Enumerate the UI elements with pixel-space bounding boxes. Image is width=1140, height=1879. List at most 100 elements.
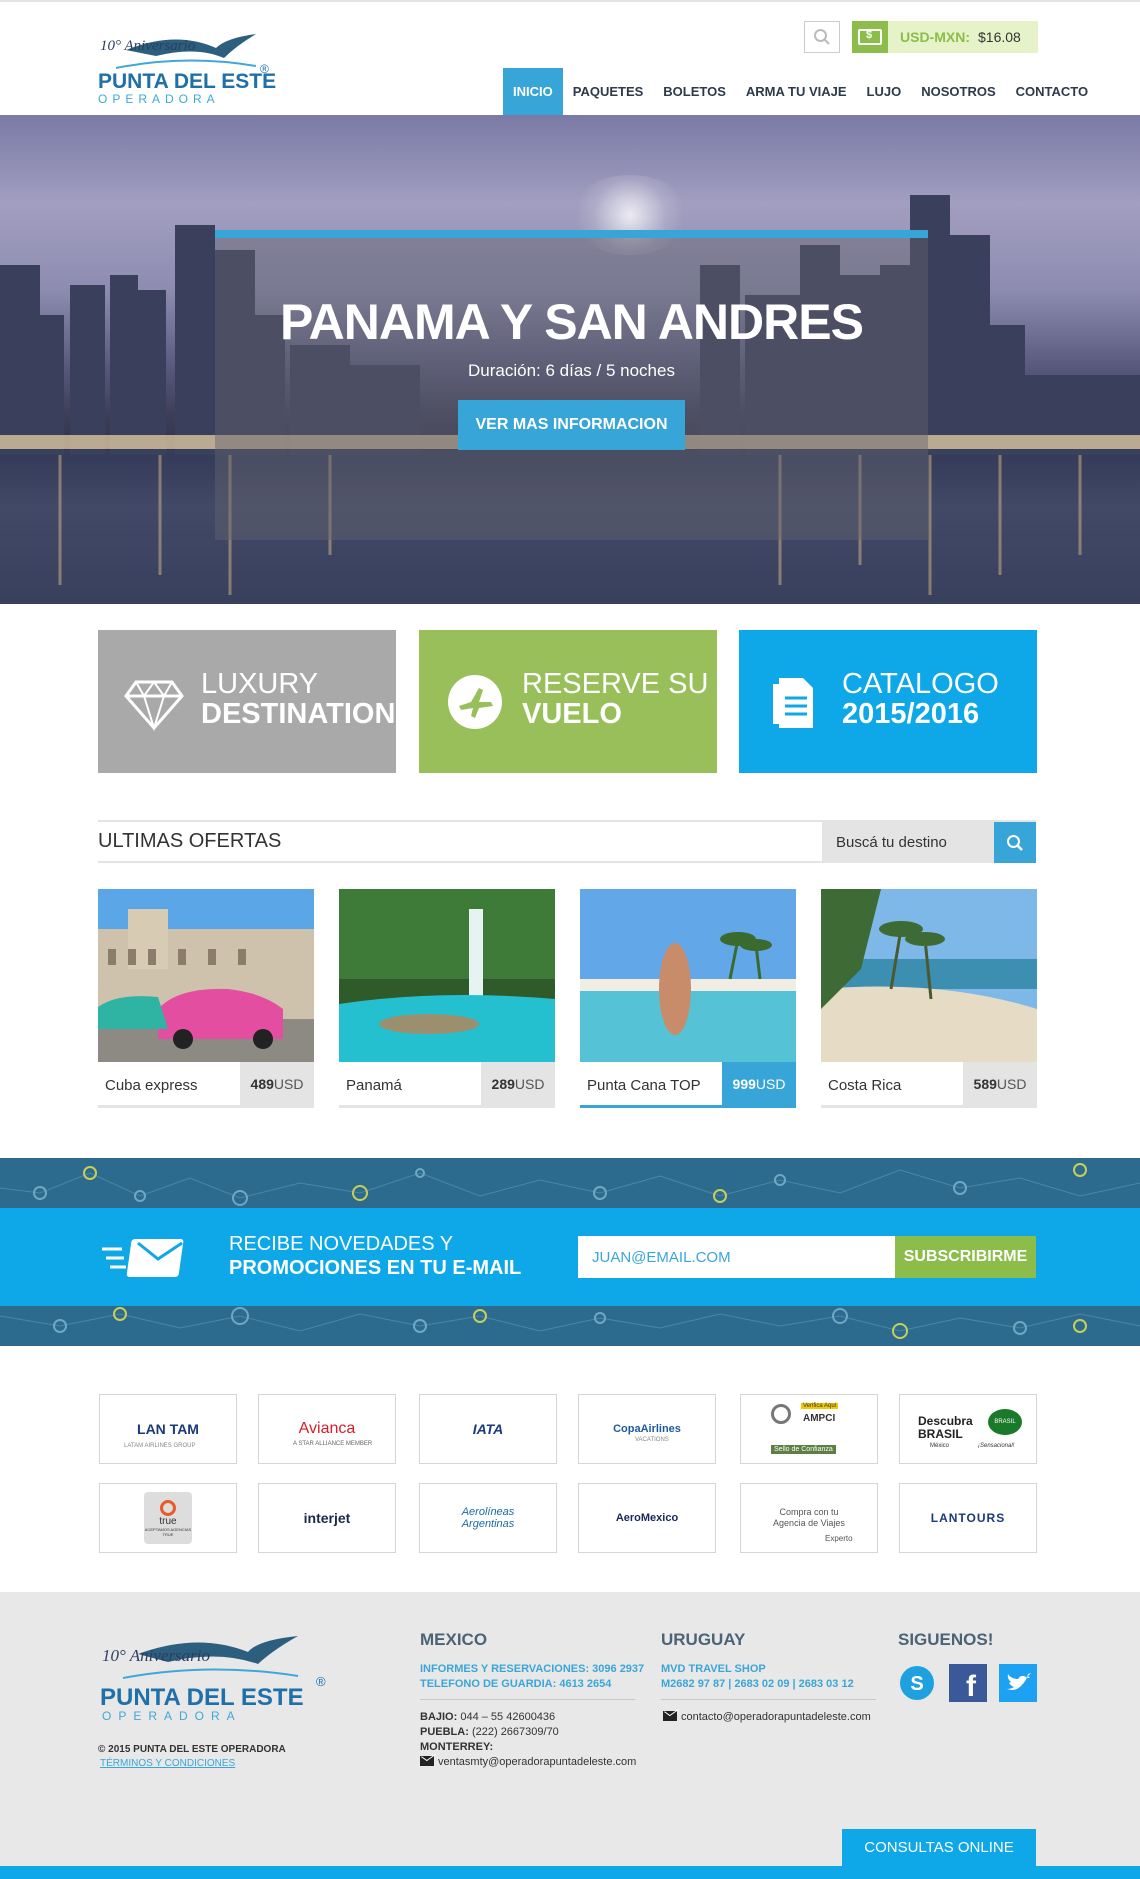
terms-link[interactable]: TÉRMINOS Y CONDICIONES bbox=[100, 1758, 235, 1769]
partner-name: Aerolíneas Argentinas bbox=[461, 1506, 515, 1530]
partner-tagline: A STAR ALLIANCE MEMBER bbox=[293, 1441, 373, 1447]
partner-logo-iata[interactable]: IATA bbox=[419, 1394, 557, 1464]
nav-item-boletos[interactable]: BOLETOS bbox=[653, 68, 736, 115]
nav-item-arma-tu-viaje[interactable]: ARMA TU VIAJE bbox=[736, 68, 857, 115]
site-logo[interactable]: 10° Aniversario PUNTA DEL ESTE ® OPERADO… bbox=[96, 28, 286, 106]
partner-logo-ampci[interactable]: Verifica Aquí AMPCI Sello de Confianza bbox=[740, 1394, 878, 1464]
network-pattern-top bbox=[0, 1158, 1140, 1208]
partner-tagline: Verifica Aquí bbox=[801, 1403, 839, 1409]
footer-social-title: SIGUENOS! bbox=[898, 1630, 994, 1649]
partner-name: LAN TAM bbox=[137, 1421, 199, 1437]
offer-photo-punta-cana bbox=[580, 889, 796, 1062]
offer-price: 489 USD bbox=[240, 1062, 314, 1105]
partner-logo-aerolineas[interactable]: Aerolíneas Argentinas bbox=[419, 1483, 557, 1553]
price-currency: USD bbox=[273, 1075, 304, 1092]
nav-item-paquetes[interactable]: PAQUETES bbox=[563, 68, 654, 115]
mexico-email: ventasmty@operadorapuntadeleste.com bbox=[438, 1756, 637, 1768]
mexico-info1: INFORMES Y RESERVACIONES: 3096 2937 bbox=[420, 1663, 645, 1675]
tile-reserve-line2: VUELO bbox=[522, 698, 622, 730]
partner-name: Compra con tu Agencia de Viajes bbox=[773, 1507, 845, 1528]
document-icon bbox=[773, 678, 813, 728]
tile-reserve-flight[interactable]: RESERVE SU VUELO bbox=[419, 630, 717, 773]
tile-luxury-line1: LUXURY bbox=[201, 668, 319, 700]
logo-name: PUNTA DEL ESTE bbox=[100, 1684, 304, 1711]
newsletter-email-input[interactable]: JUAN@EMAIL.COM bbox=[578, 1236, 895, 1278]
envelope-icon bbox=[663, 1711, 677, 1721]
offer-name: Cuba express bbox=[105, 1077, 198, 1094]
facebook-icon[interactable]: f bbox=[949, 1664, 987, 1702]
logo-anniversary: 10° Aniversario bbox=[100, 38, 196, 54]
partner-tagline: LATAM AIRLINES GROUP bbox=[124, 1443, 196, 1449]
partner-name: true bbox=[159, 1515, 177, 1527]
price-amount: 999 bbox=[732, 1075, 756, 1092]
consultas-online-button[interactable]: CONSULTAS ONLINE bbox=[842, 1829, 1036, 1866]
search-button[interactable] bbox=[804, 21, 840, 53]
partner-name: IATA bbox=[472, 1421, 504, 1437]
offer-card-panama[interactable]: Panamá 289 USD bbox=[339, 889, 555, 1108]
partner-tagline: VACATIONS bbox=[635, 1437, 669, 1443]
more-info-button[interactable]: VER MAS INFORMACION bbox=[458, 400, 685, 450]
hero-subtitle: Duración: 6 días / 5 noches bbox=[468, 361, 675, 380]
partner-logo-lan-tam[interactable]: LAN TAM LATAM AIRLINES GROUP bbox=[99, 1394, 237, 1464]
tile-catalog[interactable]: CATALOGO 2015/2016 bbox=[739, 630, 1037, 773]
partner-logo-interjet[interactable]: interjet bbox=[258, 1483, 396, 1553]
partner-name: CopaAirlines bbox=[613, 1423, 681, 1435]
uruguay-email-link[interactable]: contacto@operadorapuntadeleste.com bbox=[663, 1710, 871, 1725]
partner-logo-aeromexico[interactable]: AeroMexico bbox=[578, 1483, 716, 1553]
offer-price: 589 USD bbox=[963, 1062, 1037, 1105]
svg-text:S: S bbox=[910, 1673, 923, 1695]
puebla-label: PUEBLA: bbox=[420, 1726, 469, 1738]
partner-logo-compra-agencia[interactable]: Compra con tu Agencia de Viajes Experto bbox=[740, 1483, 878, 1553]
currency-label: USD-MXN: bbox=[900, 29, 970, 45]
partner-name: Avianca bbox=[298, 1420, 356, 1437]
mexico-email-link[interactable]: ventasmty@operadorapuntadeleste.com bbox=[420, 1755, 636, 1770]
currency-widget: USD-MXN: $16.08 bbox=[852, 21, 1038, 53]
search-icon bbox=[814, 29, 830, 45]
partner-logo-lantours[interactable]: LANTOURS bbox=[899, 1483, 1037, 1553]
partner-logo-copa[interactable]: CopaAirlines VACATIONS bbox=[578, 1394, 716, 1464]
airplane-icon bbox=[448, 675, 502, 729]
true-icon bbox=[160, 1499, 176, 1516]
offer-card-costa-rica[interactable]: Costa Rica 589 USD bbox=[821, 889, 1037, 1108]
partner-name: Descubra BRASIL bbox=[918, 1414, 973, 1441]
newsletter-section: RECIBE NOVEDADES Y PROMOCIONES EN TU E-M… bbox=[0, 1208, 1140, 1306]
uruguay-info1: MVD TRAVEL SHOP bbox=[661, 1663, 766, 1675]
partner-tagline: ACEPTAMOS AGENCIAS TRUE bbox=[144, 1526, 192, 1537]
partner-logo-true[interactable]: true ACEPTAMOS AGENCIAS TRUE bbox=[99, 1483, 237, 1553]
tile-luxury[interactable]: LUXURY DESTINATION bbox=[98, 630, 396, 773]
divider bbox=[661, 1699, 876, 1700]
nav-item-inicio[interactable]: INICIO bbox=[503, 68, 563, 115]
partner-logo-brasil[interactable]: Descubra BRASIL BRASIL México ¡Sensacion… bbox=[899, 1394, 1037, 1464]
offer-card-cuba[interactable]: Cuba express 489 USD bbox=[98, 889, 314, 1108]
true-badge: true ACEPTAMOS AGENCIAS TRUE bbox=[144, 1492, 192, 1544]
search-icon bbox=[1007, 834, 1023, 851]
puebla-phone: (222) 2667309/70 bbox=[471, 1726, 559, 1738]
nav-item-lujo[interactable]: LUJO bbox=[857, 68, 912, 115]
partner-tagline: México bbox=[930, 1443, 950, 1449]
destination-search-button[interactable] bbox=[994, 822, 1036, 863]
offer-photo-cuba bbox=[98, 889, 314, 1062]
tile-luxury-line2: DESTINATION bbox=[201, 698, 396, 730]
price-amount: 489 bbox=[250, 1075, 274, 1092]
logo-registered: ® bbox=[316, 1674, 326, 1689]
brasil-badge: BRASIL bbox=[988, 1409, 1022, 1435]
offer-price: 289 USD bbox=[481, 1062, 555, 1105]
tile-reserve-line1: RESERVE SU bbox=[522, 668, 709, 700]
destination-search-input[interactable]: Buscá tu destino bbox=[822, 822, 994, 863]
nav-item-nosotros[interactable]: NOSOTROS bbox=[911, 68, 1005, 115]
footer-bottom-bar bbox=[0, 1866, 1140, 1879]
nav-item-contacto[interactable]: CONTACTO bbox=[1006, 68, 1098, 115]
footer-logo[interactable]: 10° Aniversario PUNTA DEL ESTE ® OPERADO… bbox=[98, 1632, 328, 1723]
partner-logo-avianca[interactable]: Avianca A STAR ALLIANCE MEMBER bbox=[258, 1394, 396, 1464]
twitter-icon[interactable] bbox=[999, 1664, 1037, 1702]
skype-icon[interactable]: S bbox=[898, 1664, 936, 1702]
uruguay-email: contacto@operadorapuntadeleste.com bbox=[681, 1711, 871, 1723]
subscribe-button[interactable]: SUBSCRIBIRME bbox=[895, 1236, 1036, 1278]
bajio-phone: 044 – 55 42600436 bbox=[460, 1711, 556, 1723]
logo-anniversary: 10° Aniversario bbox=[102, 1646, 211, 1665]
envelope-icon bbox=[420, 1756, 434, 1766]
offers-title: ULTIMAS OFERTAS bbox=[98, 830, 282, 852]
logo-subtitle: OPERADORA bbox=[98, 92, 220, 106]
offer-card-punta-cana[interactable]: Punta Cana TOP 999 USD bbox=[580, 889, 796, 1108]
partner-tagline: Experto bbox=[825, 1534, 853, 1543]
